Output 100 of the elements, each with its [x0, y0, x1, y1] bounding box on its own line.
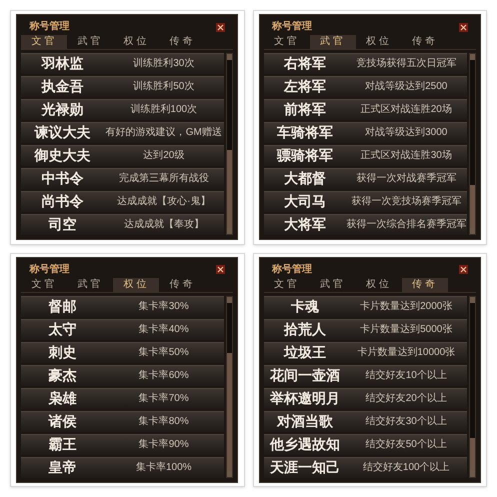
requirement-text: 结交好友100个以上 — [362, 462, 451, 473]
title-row[interactable]: 中书令 完成第三幕所有战役 — [21, 168, 224, 190]
title-name: 垃圾王 — [282, 346, 327, 360]
requirement-text: 结交好友30个以上 — [364, 416, 448, 427]
requirement-text: 训练胜利50次 — [132, 82, 196, 92]
title-name: 司空 — [47, 218, 78, 232]
title-name: 枭雄 — [47, 392, 78, 406]
tab[interactable]: 权位 — [113, 278, 160, 292]
title-row[interactable]: 花间一壶酒 结交好友10个以上 — [264, 364, 467, 386]
title-row[interactable]: 前将军 正式区对战连胜20场 — [264, 99, 467, 120]
title-name: 骠骑将军 — [276, 149, 334, 164]
title-name: 他乡遇故知 — [268, 438, 341, 452]
title-name: 督邮 — [47, 300, 78, 314]
window-title: 称号管理 — [29, 264, 70, 275]
requirement-text: 正式区对战连胜30场 — [360, 151, 453, 162]
requirement-text: 卡片数量达到2000张 — [359, 302, 454, 312]
title-name: 刺史 — [47, 346, 78, 360]
scrollbar[interactable] — [226, 53, 234, 236]
title-row[interactable]: 御史大夫 达到20级 — [21, 145, 224, 166]
scrollbar[interactable] — [468, 296, 476, 478]
title-row[interactable]: 右将军 竞技场获得五次日冠军 — [264, 53, 467, 74]
title-row[interactable]: 谏议大夫 有好的游戏建议，GM赠送 — [21, 122, 224, 144]
requirement-text: 卡片数量达到5000张 — [359, 324, 454, 335]
window-title: 称号管理 — [272, 264, 312, 275]
title-name: 举杯邀明月 — [268, 392, 341, 406]
title-row[interactable]: 举杯邀明月 结交好友20个以上 — [264, 388, 467, 409]
requirement-text: 获得一次综合排名赛季冠军 — [346, 220, 467, 230]
title-row[interactable]: 对酒当歌 结交好友30个以上 — [264, 410, 467, 432]
scrollbar[interactable] — [468, 53, 476, 236]
title-name: 拾荒人 — [282, 322, 327, 337]
requirement-text: 有好的游戏建议，GM赠送 — [104, 128, 223, 138]
title-row[interactable]: 霸王 集卡率90% — [21, 434, 224, 455]
title-row[interactable]: 垃圾王 卡片数量达到10000张 — [264, 342, 467, 363]
requirement-text: 集卡率40% — [138, 324, 190, 335]
title-name: 天涯一知己 — [268, 460, 341, 475]
requirement-text: 完成第三幕所有战役 — [118, 174, 210, 184]
requirement-text: 结交好友20个以上 — [364, 394, 448, 404]
requirement-text: 获得一次对战赛季冠军 — [355, 174, 458, 184]
title-row[interactable]: 皇帝 集卡率100% — [21, 456, 224, 478]
tab[interactable]: 权位 — [356, 35, 402, 50]
close-icon[interactable] — [216, 22, 226, 32]
tab[interactable]: 武官 — [67, 35, 114, 50]
title-name: 霸王 — [47, 438, 78, 452]
title-name: 执金吾 — [40, 80, 84, 94]
requirement-text: 集卡率90% — [138, 440, 190, 450]
tab[interactable]: 文官 — [21, 35, 68, 50]
tab[interactable]: 传奇 — [159, 35, 206, 50]
title-name: 大将军 — [282, 218, 327, 232]
close-icon[interactable] — [458, 22, 468, 32]
title-row[interactable]: 骠骑将军 正式区对战连胜30场 — [264, 145, 467, 166]
title-row[interactable]: 拾荒人 卡片数量达到5000张 — [264, 318, 467, 340]
requirement-text: 集卡率60% — [138, 370, 190, 381]
title-name: 车骑将军 — [276, 126, 334, 140]
title-row[interactable]: 执金吾 训练胜利50次 — [21, 76, 224, 98]
title-row[interactable]: 刺史 集卡率50% — [21, 342, 224, 363]
title-row[interactable]: 大都督 获得一次对战赛季冠军 — [264, 168, 467, 190]
scrollbar[interactable] — [226, 296, 234, 478]
title-row[interactable]: 大司马 获得一次竞技场赛季冠军 — [264, 191, 467, 212]
tab[interactable]: 文官 — [264, 278, 310, 292]
close-icon[interactable] — [216, 265, 226, 274]
title-name: 谏议大夫 — [33, 126, 92, 140]
title-row[interactable]: 枭雄 集卡率70% — [21, 388, 224, 409]
title-row[interactable]: 尚书令 达成成就【攻心·鬼】 — [21, 191, 224, 212]
title-row[interactable]: 太守 集卡率40% — [21, 318, 224, 340]
title-row[interactable]: 光禄勋 训练胜利100次 — [21, 99, 224, 120]
tab[interactable]: 权位 — [113, 35, 160, 50]
requirement-text: 集卡率30% — [138, 302, 190, 312]
title-row[interactable]: 羽林监 训练胜利30次 — [21, 53, 224, 74]
requirement-text: 结交好友50个以上 — [364, 440, 448, 450]
requirement-text: 卡片数量达到10000张 — [356, 348, 456, 358]
tab[interactable]: 传奇 — [402, 278, 448, 292]
tab[interactable]: 武官 — [310, 278, 356, 292]
title-name: 羽林监 — [40, 57, 84, 72]
title-row[interactable]: 车骑将军 对战等级达到3000 — [264, 122, 467, 144]
title-row[interactable]: 左将军 对战等级达到2500 — [264, 76, 467, 98]
tab[interactable]: 武官 — [310, 35, 356, 50]
tab[interactable]: 权位 — [356, 278, 402, 292]
title-name: 皇帝 — [47, 460, 78, 475]
tab[interactable]: 武官 — [67, 278, 114, 292]
title-row[interactable]: 司空 达成成就【奉攻】 — [21, 214, 224, 236]
tab[interactable]: 传奇 — [159, 278, 206, 292]
title-row[interactable]: 豪杰 集卡率60% — [21, 364, 224, 386]
title-row[interactable]: 天涯一知己 结交好友100个以上 — [264, 456, 467, 478]
requirement-text: 集卡率50% — [138, 348, 190, 358]
title-name: 前将军 — [282, 103, 327, 118]
close-icon[interactable] — [458, 265, 468, 274]
title-row[interactable]: 诸侯 集卡率80% — [21, 410, 224, 432]
tab[interactable]: 传奇 — [402, 35, 448, 50]
title-row[interactable]: 卡魂 卡片数量达到2000张 — [264, 296, 467, 317]
requirement-text: 正式区对战连胜20场 — [360, 105, 453, 116]
requirement-text: 达成成就【奉攻】 — [122, 220, 205, 230]
title-row[interactable]: 督邮 集卡率30% — [21, 296, 224, 317]
title-row[interactable]: 大将军 获得一次综合排名赛季冠军 — [264, 214, 467, 236]
tab[interactable]: 文官 — [21, 278, 68, 292]
title-row[interactable]: 他乡遇故知 结交好友50个以上 — [264, 434, 467, 455]
title-name: 中书令 — [40, 172, 84, 186]
title-name: 卡魂 — [290, 300, 320, 314]
requirement-text: 对战等级达到2500 — [364, 82, 448, 92]
title-name: 右将军 — [282, 57, 327, 72]
tab[interactable]: 文官 — [264, 35, 310, 50]
